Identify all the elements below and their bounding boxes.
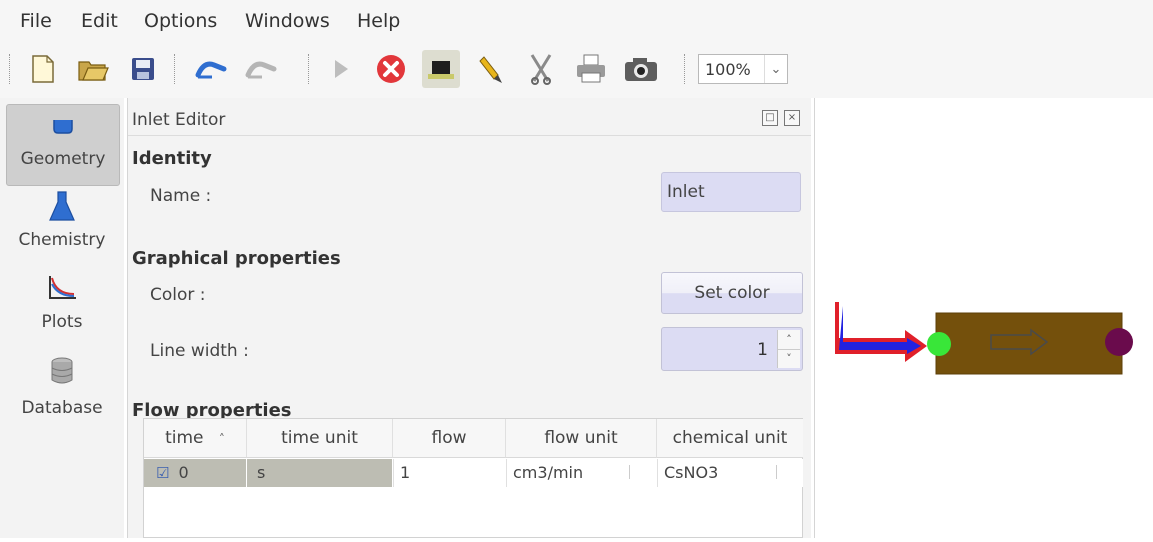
toolbar-separator — [308, 54, 310, 84]
spin-buttons: ˄ ˅ — [777, 330, 800, 368]
menu-file[interactable]: File — [20, 10, 52, 32]
sidebar-item-label: Database — [21, 398, 103, 418]
save-disk-icon[interactable] — [124, 50, 162, 88]
line-width-label: Line width : — [150, 341, 249, 361]
chevron-down-icon[interactable]: ⌄ — [764, 55, 787, 83]
cell-flow-unit[interactable]: cm3/min — [506, 459, 656, 487]
menu-options[interactable]: Options — [144, 10, 217, 32]
inlet-arrow-icon[interactable] — [835, 302, 927, 362]
zoom-select[interactable]: 100% ⌄ — [698, 54, 788, 84]
column-header-flow-unit[interactable]: flow unit — [506, 419, 657, 458]
toolbar: 100% ⌄ — [0, 42, 1153, 98]
print-icon[interactable] — [572, 50, 610, 88]
sidebar-item-chemistry[interactable]: Chemistry — [6, 190, 118, 266]
zoom-value: 100% — [705, 60, 751, 79]
sidebar-item-database[interactable]: Database — [6, 356, 118, 430]
toolbar-grip — [9, 54, 11, 84]
camera-icon[interactable] — [622, 50, 660, 88]
beaker-icon — [7, 115, 119, 141]
name-input[interactable]: Inlet — [661, 172, 801, 212]
sidebar: Geometry Chemistry Plots Database — [0, 98, 124, 538]
sidebar-item-label: Chemistry — [18, 230, 106, 250]
column-header-time[interactable]: time ˄ — [144, 419, 247, 458]
outlet-node-icon[interactable] — [1105, 328, 1133, 356]
monitor-icon[interactable] — [422, 50, 460, 88]
inlet-node-icon[interactable] — [927, 332, 951, 356]
link-icon[interactable] — [192, 50, 230, 88]
identity-heading: Identity — [132, 148, 212, 169]
geometry-drawing — [835, 302, 1133, 375]
toolbar-separator — [684, 54, 686, 84]
cell-chemical-unit[interactable]: CsNO3 — [657, 459, 803, 487]
play-icon[interactable] — [322, 50, 360, 88]
sidebar-item-label: Geometry — [20, 149, 106, 169]
pipe-element[interactable] — [935, 312, 1123, 375]
sidebar-item-geometry[interactable]: Geometry — [6, 104, 120, 186]
panel-title: Inlet Editor — [132, 110, 226, 130]
menu-help[interactable]: Help — [357, 10, 400, 32]
cell-flow[interactable]: 1 — [393, 459, 505, 487]
menu-bar: File Edit Options Windows Help — [0, 0, 1153, 42]
sidebar-item-label: Plots — [41, 312, 83, 332]
float-panel-icon[interactable]: □ — [762, 110, 778, 126]
new-file-icon[interactable] — [24, 50, 62, 88]
flow-table: time ˄ time unit flow flow unit chemical… — [143, 418, 803, 538]
column-header-time-unit[interactable]: time unit — [247, 419, 393, 458]
graphical-heading: Graphical properties — [132, 248, 341, 269]
sidebar-item-plots[interactable]: Plots — [6, 274, 118, 348]
open-folder-icon[interactable] — [74, 50, 112, 88]
sort-ascending-icon: ˄ — [218, 432, 225, 446]
column-header-flow[interactable]: flow — [393, 419, 506, 458]
color-label: Color : — [150, 285, 206, 305]
inlet-editor-panel: Inlet Editor □ × Identity Name : Inlet G… — [127, 98, 811, 538]
set-color-button[interactable]: Set color — [661, 272, 803, 314]
pen-icon[interactable] — [472, 50, 510, 88]
combo-divider — [776, 465, 777, 479]
chevron-down-icon[interactable]: ˅ — [778, 349, 800, 368]
cell-time-unit[interactable]: s — [247, 459, 392, 487]
plot-icon — [6, 274, 118, 304]
name-label: Name : — [150, 186, 212, 206]
flow-heading-clip: Flow properties — [128, 400, 811, 418]
close-icon[interactable]: × — [784, 110, 800, 126]
flask-icon — [6, 190, 118, 224]
divider — [128, 135, 811, 136]
chevron-up-icon[interactable]: ˄ — [778, 330, 800, 350]
stop-icon[interactable] — [372, 50, 410, 88]
menu-windows[interactable]: Windows — [245, 10, 330, 32]
column-header-chemical-unit[interactable]: chemical unit — [657, 419, 803, 458]
unlink-icon[interactable] — [242, 50, 280, 88]
toolbar-separator — [174, 54, 176, 84]
cut-icon[interactable] — [522, 50, 560, 88]
database-icon — [6, 356, 118, 390]
geometry-canvas[interactable] — [814, 98, 1153, 538]
cell-time[interactable]: ☑ 0 — [144, 459, 246, 487]
line-width-spinbox[interactable]: 1 ˄ ˅ — [661, 327, 803, 371]
line-width-value: 1 — [757, 340, 768, 360]
menu-edit[interactable]: Edit — [81, 10, 118, 32]
flow-heading: Flow properties — [132, 400, 292, 418]
combo-divider — [629, 465, 630, 479]
checkbox-checked-icon[interactable]: ☑ — [156, 464, 169, 482]
